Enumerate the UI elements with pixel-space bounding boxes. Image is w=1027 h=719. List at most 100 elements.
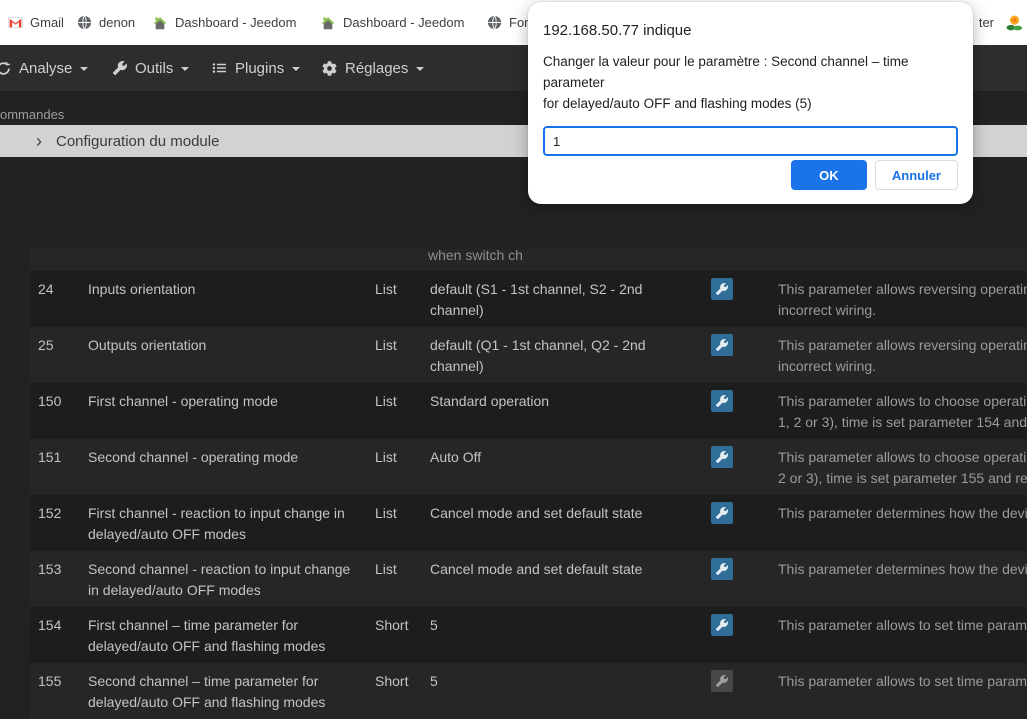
table-row-parameter-152: 152 First channel - reaction to input cha… <box>30 495 1027 551</box>
jeedom-home-icon <box>320 15 336 31</box>
browser-prompt-dialog: 192.168.50.77 indique Changer la valeur … <box>528 2 973 204</box>
dialog-message-line2: for delayed/auto OFF and flashing modes … <box>543 93 958 114</box>
bookmark-label: Gmail <box>30 15 64 30</box>
chevron-right-icon: › <box>36 132 42 150</box>
bookmark-label: Dashboard - Jeedom <box>175 15 296 30</box>
parameter-description: This parameter allows to choose operatin… <box>778 391 1027 433</box>
edit-parameter-button[interactable] <box>711 502 733 524</box>
parameter-type: Short <box>375 671 408 692</box>
table-row-parameter-25: 25 Outputs orientation List default (Q1 - 1… <box>30 327 1027 383</box>
parameter-value: Standard operation <box>430 391 549 412</box>
wrench-icon <box>113 61 127 75</box>
parameter-name: Inputs orientation <box>88 279 195 300</box>
cancel-button[interactable]: Annuler <box>875 160 958 190</box>
list-icon <box>212 61 227 75</box>
ok-button[interactable]: OK <box>791 160 867 190</box>
table-row-parameter-151: 151 Second channel - operating mode List Au… <box>30 439 1027 495</box>
parameter-description: This parameter allows reversing operatin… <box>778 335 1027 377</box>
edit-parameter-button[interactable] <box>711 334 733 356</box>
table-row-partial: when switch ch <box>30 249 1027 271</box>
jeedom-home-icon <box>152 15 168 31</box>
parameter-id: 154 <box>38 615 61 636</box>
parameter-description: This parameter allows to set time parame <box>778 615 1027 636</box>
edit-parameter-button[interactable] <box>711 558 733 580</box>
table-row-parameter-153: 153 Second channel - reaction to input ch… <box>30 551 1027 607</box>
globe-icon <box>77 15 92 30</box>
parameter-type: List <box>375 391 397 412</box>
parameter-id: 151 <box>38 447 61 468</box>
parameter-name: Second channel – time parameter fordelay… <box>88 671 325 713</box>
dialog-message: Changer la valeur pour le paramètre : Se… <box>543 51 958 114</box>
commands-tab-partial-label[interactable]: ommandes <box>0 107 64 122</box>
parameter-name: Second channel - operating mode <box>88 447 298 468</box>
parameter-type: List <box>375 447 397 468</box>
parameter-value: Auto Off <box>430 447 481 468</box>
parameter-name: First channel - reaction to input change… <box>88 503 345 545</box>
bookmark-item[interactable]: Gmail <box>8 0 64 45</box>
parameter-id: 152 <box>38 503 61 524</box>
nav-item-outils[interactable]: Outils <box>113 45 189 91</box>
table-row-parameter-24: 24 Inputs orientation List default (S1 - 1s… <box>30 271 1027 327</box>
parameter-name: Outputs orientation <box>88 335 206 356</box>
dialog-value-input[interactable] <box>543 126 958 156</box>
parameter-id: 153 <box>38 559 61 580</box>
parameter-name: First channel – time parameter fordelaye… <box>88 615 325 657</box>
nav-item-reglages[interactable]: Réglages <box>322 45 424 91</box>
nav-label: Plugins <box>235 60 284 77</box>
chevron-down-icon <box>416 67 424 71</box>
parameter-id: 155 <box>38 671 61 692</box>
parameter-value-partial: when switch ch <box>428 247 523 263</box>
bookmark-item[interactable]: Dashboard - Jeedom <box>152 0 296 45</box>
parameter-value: 5 <box>430 615 438 636</box>
nav-label: Analyse <box>19 60 72 77</box>
nav-label: Réglages <box>345 60 408 77</box>
globe-icon <box>487 15 502 30</box>
parameter-value: Cancel mode and set default state <box>430 559 642 580</box>
chevron-down-icon <box>292 67 300 71</box>
refresh-icon <box>0 61 11 76</box>
edit-parameter-button[interactable] <box>711 278 733 300</box>
parameter-value: default (S1 - 1st channel, S2 - 2ndchann… <box>430 279 642 321</box>
parameter-value: Cancel mode and set default state <box>430 503 642 524</box>
bookmark-label: Dashboard - Jeedom <box>343 15 464 30</box>
section-title: Configuration du module <box>56 133 219 150</box>
bookmark-item[interactable]: denon <box>77 0 135 45</box>
dialog-title: 192.168.50.77 indique <box>543 22 958 39</box>
edit-parameter-button[interactable] <box>711 390 733 412</box>
chevron-down-icon <box>181 67 189 71</box>
edit-parameter-button[interactable] <box>711 614 733 636</box>
parameter-description: This parameter determines how the devi <box>778 503 1027 524</box>
parameter-description: This parameter allows to choose operatin… <box>778 447 1027 489</box>
parameter-description: This parameter allows to set time parame <box>778 671 1027 692</box>
parameter-id: 150 <box>38 391 61 412</box>
edit-parameter-button[interactable] <box>711 446 733 468</box>
nav-item-plugins[interactable]: Plugins <box>212 45 300 91</box>
dialog-message-line1: Changer la valeur pour le paramètre : Se… <box>543 51 958 93</box>
parameter-type: List <box>375 503 397 524</box>
table-row-parameter-155: 155 Second channel – time parameter forde… <box>30 663 1027 719</box>
parameter-type: List <box>375 335 397 356</box>
parameter-type: List <box>375 559 397 580</box>
parameter-value: default (Q1 - 1st channel, Q2 - 2ndchann… <box>430 335 646 377</box>
parameters-table: when switch ch 24 Inputs orientation List d… <box>30 249 1027 719</box>
parameter-value: 5 <box>430 671 438 692</box>
parameter-type: Short <box>375 615 408 636</box>
bookmark-label: denon <box>99 15 135 30</box>
table-row-parameter-154: 154 First channel – time parameter fordel… <box>30 607 1027 663</box>
table-row-parameter-150: 150 First channel - operating mode List Sta… <box>30 383 1027 439</box>
parameter-type: List <box>375 279 397 300</box>
parameter-description: This parameter determines how the devi <box>778 559 1027 580</box>
bookmark-item[interactable]: Dashboard - Jeedom <box>320 0 464 45</box>
edit-parameter-button[interactable] <box>711 670 733 692</box>
nav-item-analyse[interactable]: Analyse <box>0 45 88 91</box>
parameter-description: This parameter allows reversing operatin… <box>778 279 1027 321</box>
nav-label: Outils <box>135 60 173 77</box>
parameter-id: 24 <box>38 279 54 300</box>
parameter-name: Second channel - reaction to input chang… <box>88 559 350 601</box>
flower-icon[interactable] <box>1006 14 1023 31</box>
gmail-icon <box>8 15 23 30</box>
gear-icon <box>322 61 337 76</box>
bookmark-partial-label[interactable]: ter <box>979 15 994 30</box>
parameter-id: 25 <box>38 335 54 356</box>
parameter-name: First channel - operating mode <box>88 391 278 412</box>
